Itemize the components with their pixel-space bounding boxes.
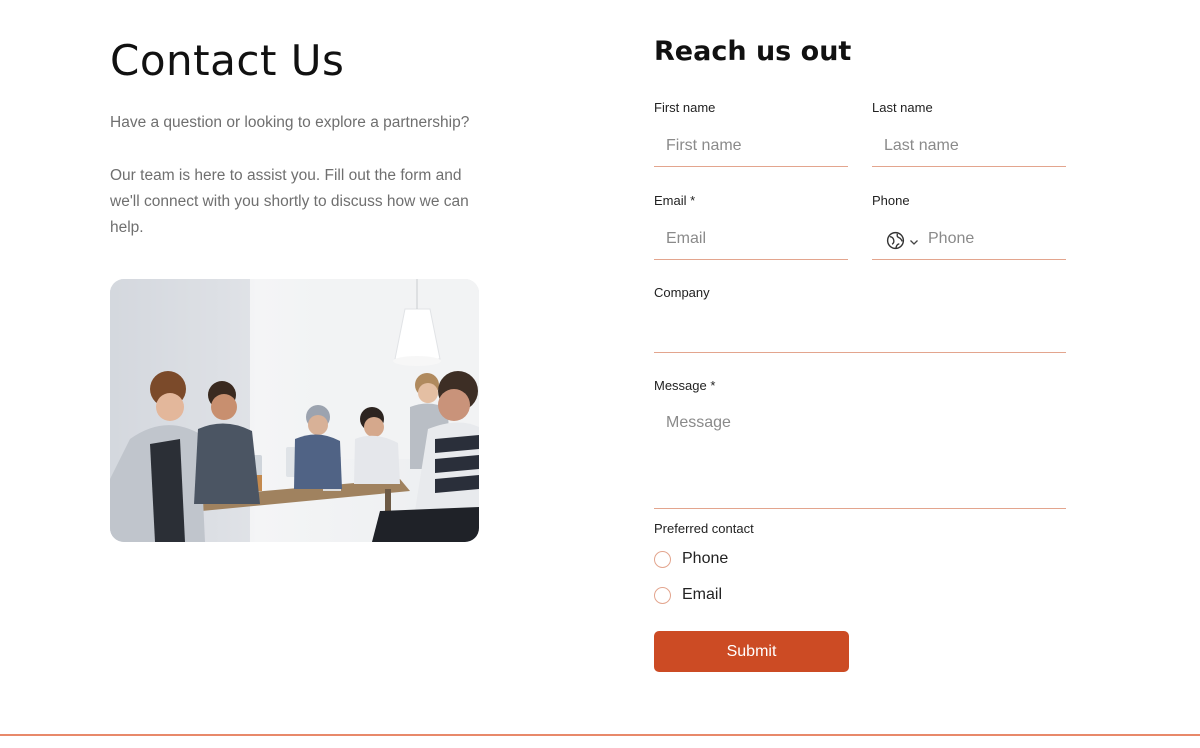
radio-option-phone[interactable]: Phone xyxy=(654,550,728,568)
email-field: Email * xyxy=(654,193,848,260)
email-underline xyxy=(654,223,848,260)
team-photo xyxy=(110,279,479,542)
last-name-input[interactable] xyxy=(872,130,1066,162)
message-input[interactable] xyxy=(654,408,1066,488)
radio-option-email[interactable]: Email xyxy=(654,586,722,604)
country-code-selector[interactable] xyxy=(886,231,919,255)
form-title: Reach us out xyxy=(654,36,852,67)
company-field: Company xyxy=(654,285,1066,353)
radio-button-phone[interactable] xyxy=(654,550,671,568)
footer-divider xyxy=(0,734,1200,736)
last-name-underline xyxy=(872,130,1066,167)
intro-text: Have a question or looking to explore a … xyxy=(110,114,470,131)
radio-label-phone: Phone xyxy=(682,550,729,567)
last-name-field: Last name xyxy=(872,100,1066,167)
company-underline xyxy=(654,316,1066,353)
message-underline xyxy=(654,408,1066,509)
radio-button-email[interactable] xyxy=(654,586,671,604)
phone-field: Phone xyxy=(872,193,1066,260)
chevron-down-icon xyxy=(909,234,919,252)
first-name-label: First name xyxy=(654,100,716,115)
radio-label-email: Email xyxy=(682,586,723,603)
page-title: Contact Us xyxy=(110,36,345,85)
message-field: Message * xyxy=(654,378,1066,509)
first-name-field: First name xyxy=(654,100,848,167)
first-name-input[interactable] xyxy=(654,130,848,162)
globe-icon xyxy=(886,231,905,255)
phone-label: Phone xyxy=(872,193,910,208)
submit-button[interactable]: Submit xyxy=(654,631,849,672)
email-input[interactable] xyxy=(654,223,848,255)
first-name-underline xyxy=(654,130,848,167)
description-text: Our team is here to assist you. Fill out… xyxy=(110,167,469,236)
phone-underline xyxy=(872,223,1066,260)
last-name-label: Last name xyxy=(872,100,933,115)
company-label: Company xyxy=(654,285,710,300)
message-label: Message * xyxy=(654,378,716,393)
preferred-contact-label: Preferred contact xyxy=(654,521,754,536)
email-label: Email * xyxy=(654,193,696,208)
company-input[interactable] xyxy=(654,316,1066,348)
